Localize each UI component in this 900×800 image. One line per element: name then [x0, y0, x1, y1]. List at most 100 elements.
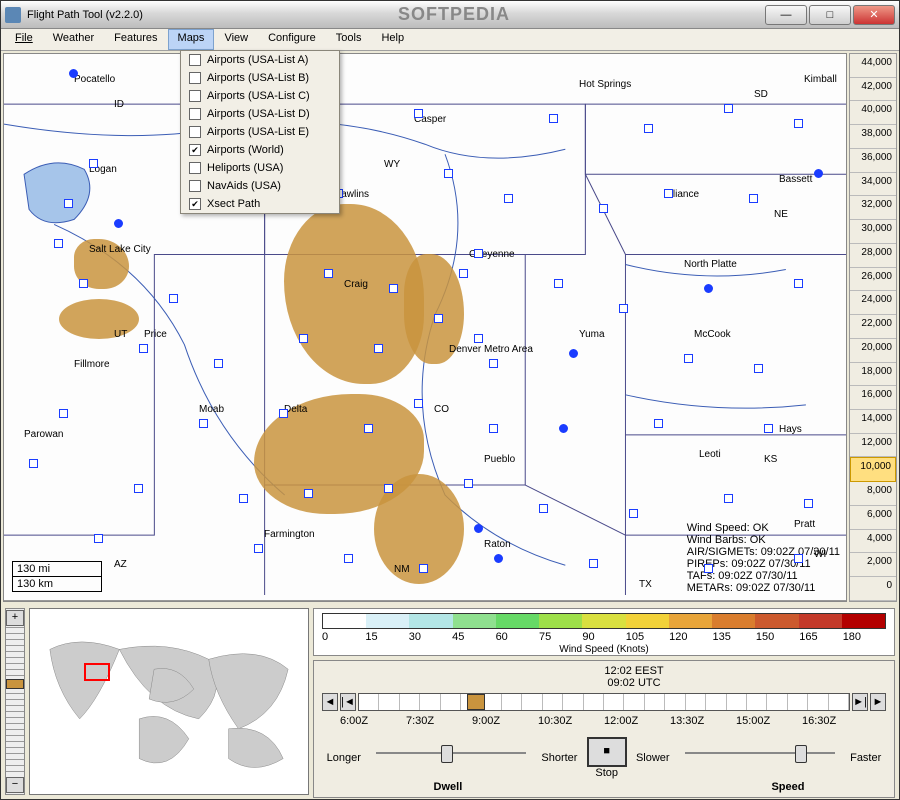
- altitude-option[interactable]: 8,000: [850, 482, 896, 506]
- altitude-option[interactable]: 24,000: [850, 291, 896, 315]
- airport-marker[interactable]: [794, 554, 803, 563]
- airport-marker[interactable]: [724, 494, 733, 503]
- altitude-option[interactable]: 16,000: [850, 386, 896, 410]
- airport-marker[interactable]: [114, 219, 123, 228]
- airport-marker[interactable]: [254, 544, 263, 553]
- airport-marker[interactable]: [444, 169, 453, 178]
- maps-menu-item[interactable]: Airports (USA-List B): [181, 69, 339, 87]
- altitude-option[interactable]: 6,000: [850, 506, 896, 530]
- airport-marker[interactable]: [459, 269, 468, 278]
- airport-marker[interactable]: [64, 199, 73, 208]
- stop-button[interactable]: ■: [587, 737, 627, 767]
- airport-marker[interactable]: [364, 424, 373, 433]
- time-thumb[interactable]: [467, 694, 485, 710]
- maps-menu-item[interactable]: Airports (USA-List A): [181, 51, 339, 69]
- maps-menu-item[interactable]: Airports (World): [181, 141, 339, 159]
- airport-marker[interactable]: [69, 69, 78, 78]
- airport-marker[interactable]: [299, 334, 308, 343]
- airport-marker[interactable]: [89, 159, 98, 168]
- airport-marker[interactable]: [139, 344, 148, 353]
- altitude-option[interactable]: 44,000: [850, 54, 896, 78]
- airport-marker[interactable]: [474, 524, 483, 533]
- airport-marker[interactable]: [54, 239, 63, 248]
- airport-marker[interactable]: [559, 424, 568, 433]
- zoom-out-button[interactable]: −: [6, 777, 24, 793]
- airport-marker[interactable]: [489, 424, 498, 433]
- maps-menu-item[interactable]: Airports (USA-List C): [181, 87, 339, 105]
- airport-marker[interactable]: [754, 364, 763, 373]
- airport-marker[interactable]: [794, 119, 803, 128]
- airport-marker[interactable]: [814, 169, 823, 178]
- time-track[interactable]: [358, 693, 850, 711]
- airport-marker[interactable]: [344, 554, 353, 563]
- time-step-fwd[interactable]: ►: [870, 693, 886, 711]
- maximize-button[interactable]: □: [809, 5, 851, 25]
- dwell-slider[interactable]: [376, 752, 526, 772]
- airport-marker[interactable]: [374, 344, 383, 353]
- airport-marker[interactable]: [474, 334, 483, 343]
- maps-menu-item[interactable]: Airports (USA-List E): [181, 123, 339, 141]
- altitude-option[interactable]: 34,000: [850, 173, 896, 197]
- airport-marker[interactable]: [279, 409, 288, 418]
- airport-marker[interactable]: [589, 559, 598, 568]
- airport-marker[interactable]: [804, 499, 813, 508]
- altitude-option[interactable]: 26,000: [850, 268, 896, 292]
- menu-file[interactable]: File: [5, 29, 43, 50]
- altitude-option[interactable]: 12,000: [850, 434, 896, 458]
- airport-marker[interactable]: [474, 249, 483, 258]
- zoom-track[interactable]: [6, 627, 24, 776]
- speed-slider[interactable]: [685, 752, 835, 772]
- menu-view[interactable]: View: [214, 29, 258, 50]
- airport-marker[interactable]: [619, 304, 628, 313]
- airport-marker[interactable]: [29, 459, 38, 468]
- menu-maps[interactable]: Maps: [168, 29, 215, 50]
- airport-marker[interactable]: [59, 409, 68, 418]
- airport-marker[interactable]: [654, 419, 663, 428]
- zoom-slider[interactable]: + −: [5, 608, 25, 795]
- maps-menu-item[interactable]: Airports (USA-List D): [181, 105, 339, 123]
- airport-marker[interactable]: [794, 279, 803, 288]
- zoom-thumb[interactable]: [6, 679, 24, 689]
- menu-help[interactable]: Help: [371, 29, 414, 50]
- time-step-back[interactable]: ◄: [322, 693, 338, 711]
- airport-marker[interactable]: [704, 284, 713, 293]
- minimize-button[interactable]: —: [765, 5, 807, 25]
- speed-thumb[interactable]: [795, 745, 807, 763]
- altitude-option[interactable]: 40,000: [850, 101, 896, 125]
- airport-marker[interactable]: [384, 484, 393, 493]
- altitude-option[interactable]: 30,000: [850, 220, 896, 244]
- airport-marker[interactable]: [749, 194, 758, 203]
- altitude-option[interactable]: 42,000: [850, 78, 896, 102]
- airport-marker[interactable]: [434, 314, 443, 323]
- time-jump-back[interactable]: |◄: [340, 693, 356, 711]
- altitude-option[interactable]: 36,000: [850, 149, 896, 173]
- map-canvas[interactable]: 130 mi 130 km Wind Speed: OKWind Barbs: …: [4, 54, 846, 601]
- airport-marker[interactable]: [419, 564, 428, 573]
- airport-marker[interactable]: [239, 494, 248, 503]
- altitude-option[interactable]: 18,000: [850, 363, 896, 387]
- altitude-option[interactable]: 10,000: [850, 457, 896, 482]
- airport-marker[interactable]: [464, 479, 473, 488]
- overview-map[interactable]: [29, 608, 309, 795]
- altitude-option[interactable]: 32,000: [850, 196, 896, 220]
- airport-marker[interactable]: [704, 564, 713, 573]
- menu-features[interactable]: Features: [104, 29, 167, 50]
- airport-marker[interactable]: [134, 484, 143, 493]
- altitude-option[interactable]: 20,000: [850, 339, 896, 363]
- airport-marker[interactable]: [414, 109, 423, 118]
- airport-marker[interactable]: [629, 509, 638, 518]
- airport-marker[interactable]: [539, 504, 548, 513]
- altitude-option[interactable]: 2,000: [850, 553, 896, 577]
- time-jump-fwd[interactable]: ►|: [852, 693, 868, 711]
- airport-marker[interactable]: [169, 294, 178, 303]
- airport-marker[interactable]: [554, 279, 563, 288]
- altitude-selector[interactable]: 44,00042,00040,00038,00036,00034,00032,0…: [849, 53, 897, 602]
- menu-weather[interactable]: Weather: [43, 29, 104, 50]
- menu-tools[interactable]: Tools: [326, 29, 372, 50]
- airport-marker[interactable]: [599, 204, 608, 213]
- airport-marker[interactable]: [94, 534, 103, 543]
- airport-marker[interactable]: [79, 279, 88, 288]
- airport-marker[interactable]: [504, 194, 513, 203]
- airport-marker[interactable]: [324, 269, 333, 278]
- airport-marker[interactable]: [764, 424, 773, 433]
